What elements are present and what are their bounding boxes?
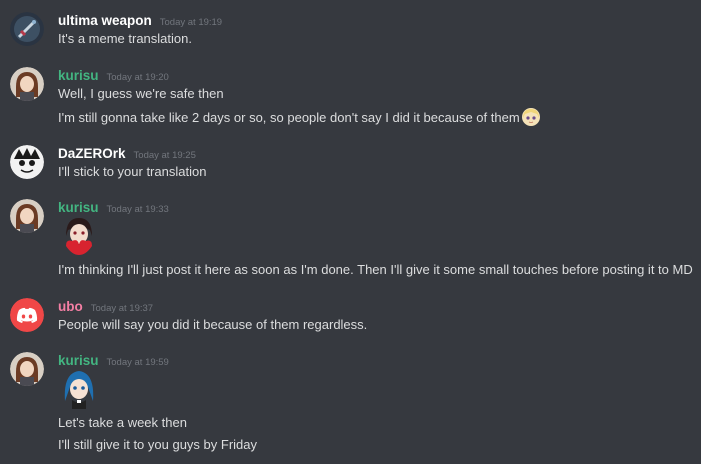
username[interactable]: kurisu	[58, 353, 99, 368]
message-text: I'm thinking I'll just post it here as s…	[58, 262, 693, 277]
manga-face-avatar-icon[interactable]	[10, 145, 44, 179]
username[interactable]: ultima weapon	[58, 13, 152, 28]
sword-avatar-icon[interactable]	[10, 12, 44, 46]
message-text: I'll stick to your translation	[58, 164, 207, 179]
heart-anime-girl-sticker[interactable]	[58, 214, 100, 256]
timestamp[interactable]: Today at 19:37	[91, 303, 153, 314]
username[interactable]: DaZEROrk	[58, 146, 126, 161]
timestamp[interactable]: Today at 19:33	[107, 204, 169, 215]
message-text: It's a meme translation.	[58, 31, 192, 46]
timestamp[interactable]: Today at 19:25	[134, 150, 196, 161]
message-text: I'll still give it to you guys by Friday	[58, 437, 257, 452]
timestamp[interactable]: Today at 19:20	[107, 72, 169, 83]
discord-logo-avatar-icon[interactable]	[10, 298, 44, 332]
message-header: ultima weapon Today at 19:19	[58, 12, 222, 30]
username[interactable]: ubo	[58, 299, 83, 314]
message-header: kurisu Today at 19:20	[58, 67, 169, 85]
message-line: I'm still gonna take like 2 days or so, …	[58, 107, 541, 127]
username[interactable]: kurisu	[58, 68, 99, 83]
message-header: ubo Today at 19:37	[58, 298, 153, 316]
timestamp[interactable]: Today at 19:59	[107, 357, 169, 368]
anime-girl-avatar-icon[interactable]	[10, 67, 44, 101]
blonde-anime-girl-emoji[interactable]	[521, 107, 541, 127]
timestamp[interactable]: Today at 19:19	[160, 17, 222, 28]
username[interactable]: kurisu	[58, 200, 99, 215]
message-header: DaZEROrk Today at 19:25	[58, 145, 196, 163]
anime-girl-avatar-icon[interactable]	[10, 352, 44, 386]
blue-hair-anime-girl-sticker[interactable]	[58, 367, 100, 409]
anime-girl-avatar-icon[interactable]	[10, 199, 44, 233]
message-text: Well, I guess we're safe then	[58, 86, 224, 101]
message-text: Let's take a week then	[58, 415, 187, 430]
message-text: I'm still gonna take like 2 days or so, …	[58, 110, 520, 125]
message-text: People will say you did it because of th…	[58, 317, 368, 332]
